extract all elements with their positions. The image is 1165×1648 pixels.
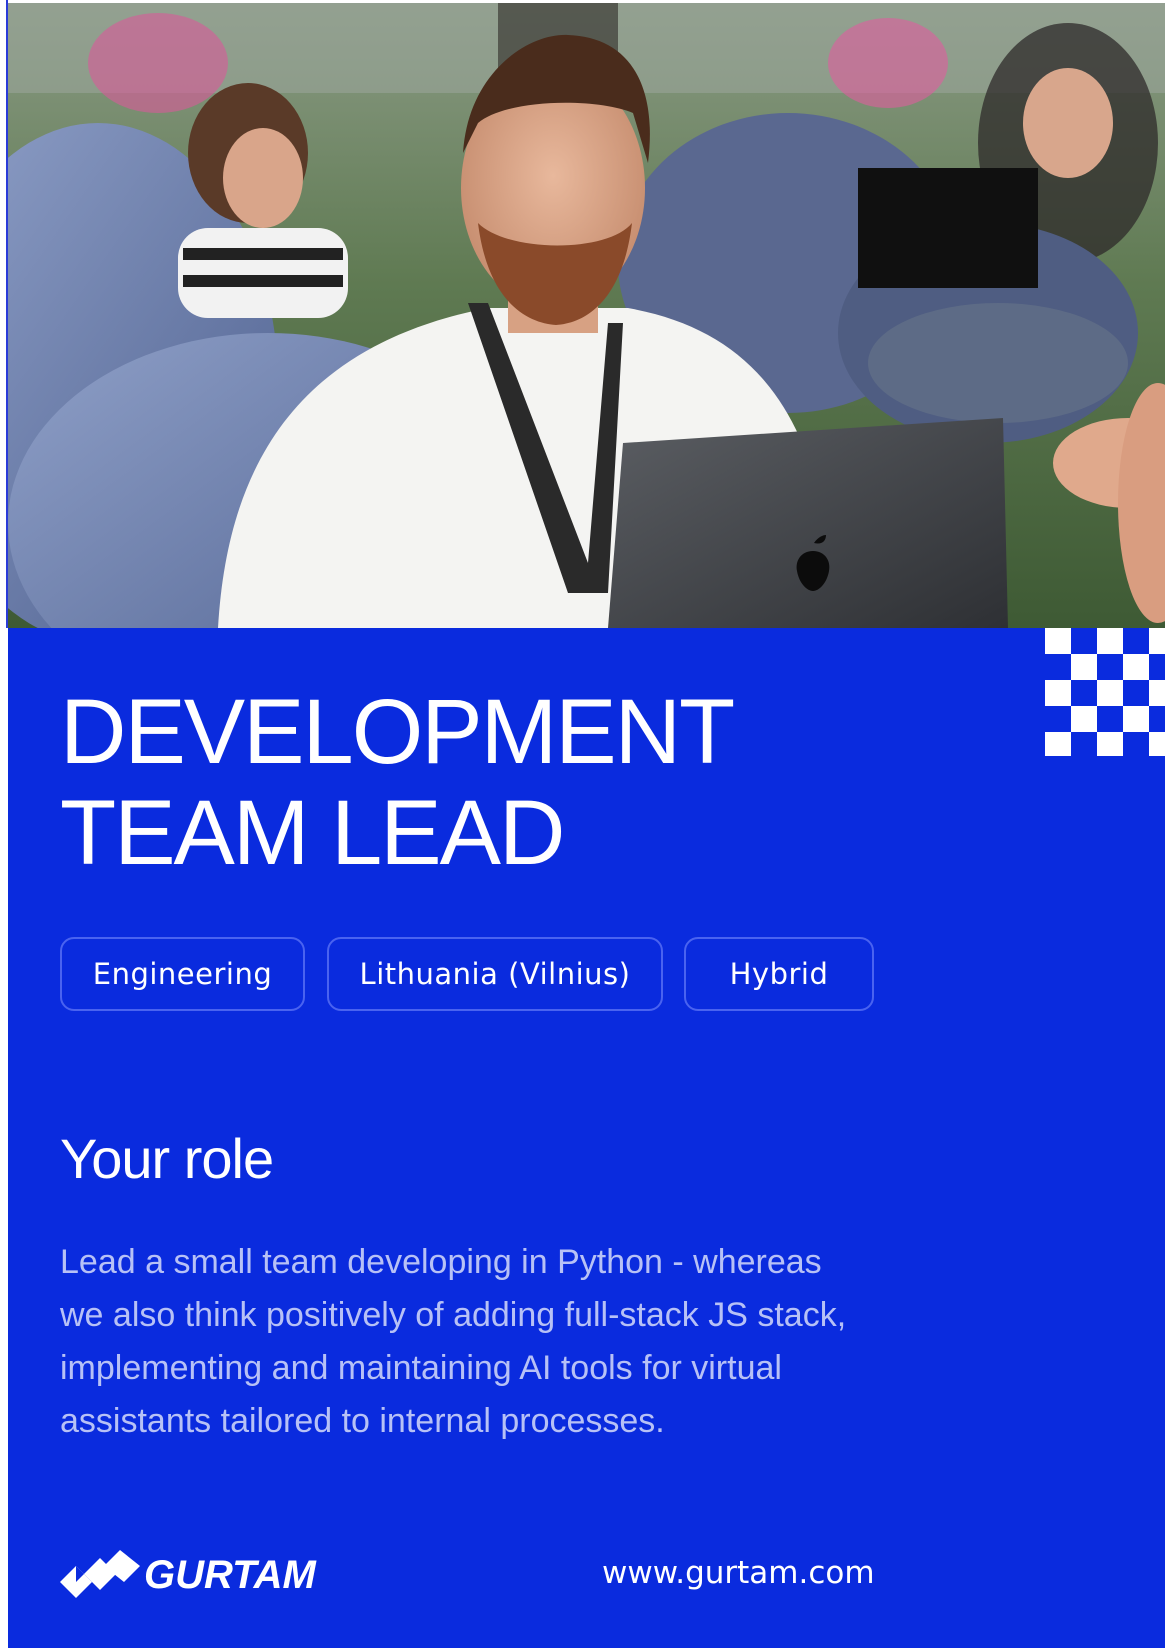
role-line: implementing and maintaining AI tools fo… — [60, 1349, 782, 1387]
tag-department: Engineering — [60, 937, 305, 1011]
job-title-line-1: DEVELOPMENT — [60, 681, 735, 783]
checker-pattern-icon — [1045, 628, 1165, 756]
gurtam-logo-text: GURTAM — [144, 1552, 316, 1597]
tag-location: Lithuania (Vilnius) — [327, 937, 663, 1011]
role-line: assistants tailored to internal processe… — [60, 1402, 665, 1440]
gurtam-logo-icon — [60, 1550, 140, 1598]
role-description: Lead a small team developing in Python -… — [60, 1236, 960, 1448]
tag-work-mode: Hybrid — [684, 937, 874, 1011]
job-title-line-2: TEAM LEAD — [60, 782, 565, 884]
role-line: we also think positively of adding full-… — [60, 1296, 847, 1334]
team-photo — [8, 3, 1165, 628]
job-title: DEVELOPMENT TEAM LEAD — [60, 681, 735, 884]
role-heading: Your role — [60, 1127, 274, 1190]
role-line: Lead a small team developing in Python -… — [60, 1243, 822, 1281]
gurtam-logo: GURTAM — [60, 1550, 316, 1600]
job-poster: DEVELOPMENT TEAM LEAD Engineering Lithua… — [0, 0, 1165, 1648]
left-border — [0, 0, 8, 1648]
photo-illustration — [8, 3, 1165, 628]
website-link[interactable]: www.gurtam.com — [602, 1555, 875, 1591]
top-border — [0, 0, 1165, 3]
